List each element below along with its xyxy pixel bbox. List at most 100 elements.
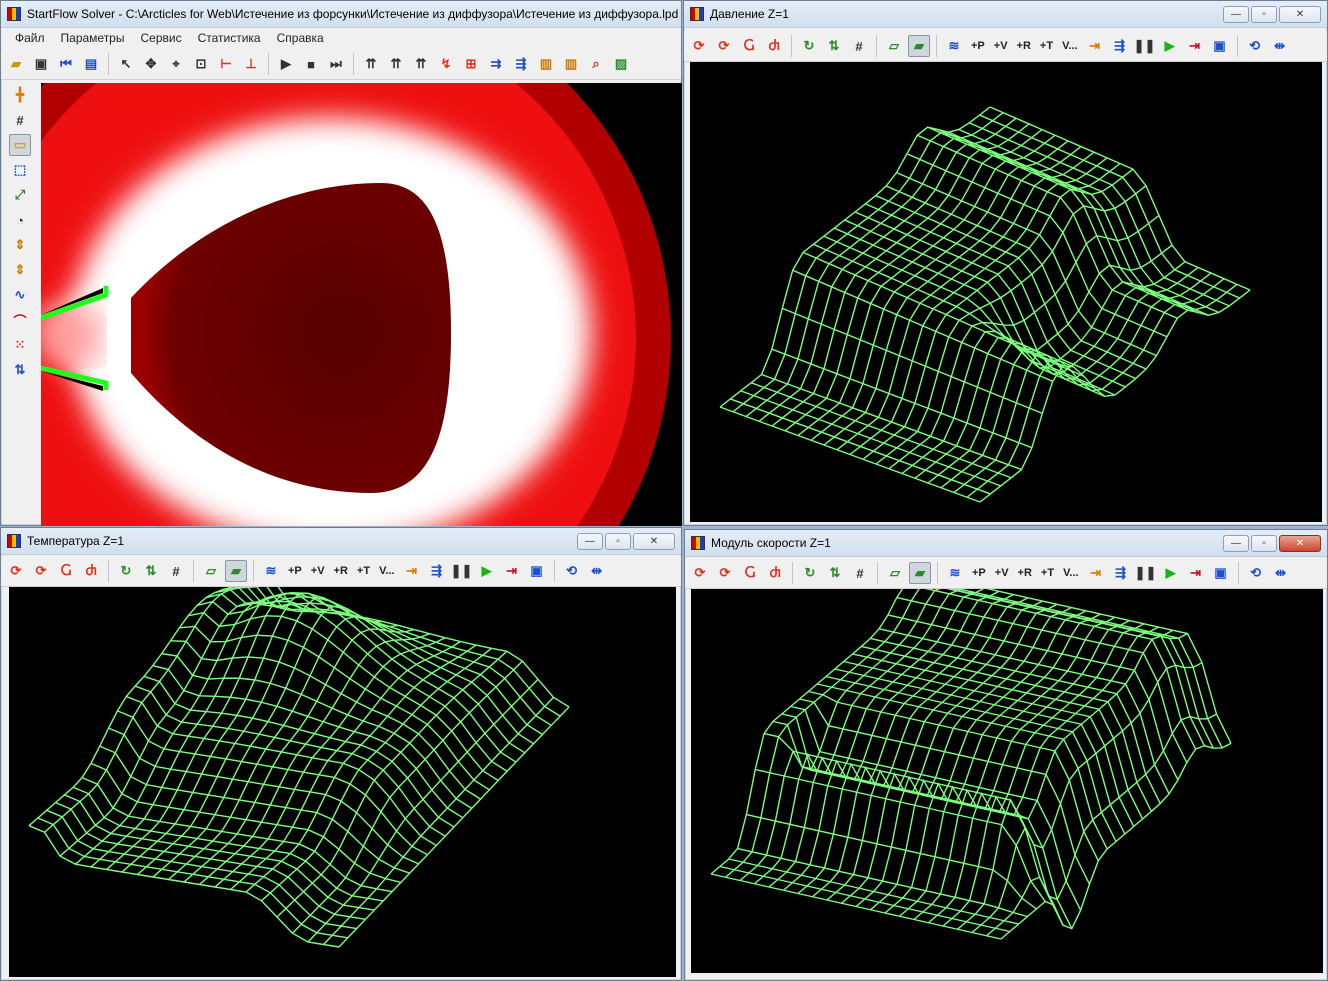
fit-width-icon[interactable]: ⇹ [1269,35,1291,57]
close-button[interactable]: ✕ [633,532,675,550]
restore-button[interactable]: ▫ [605,532,631,550]
grid-cells-icon[interactable]: ⊞ [460,53,482,75]
temperature-titlebar[interactable]: Температура Z=1 — ▫ ✕ [1,528,681,555]
end-icon[interactable]: ⇥ [1185,562,1207,584]
field-canvas[interactable] [41,83,682,526]
import-icon[interactable]: ⇥ [401,560,423,582]
import-icon[interactable]: ⇥ [1085,562,1107,584]
dotted-area-icon[interactable]: ⁙ [9,334,31,356]
play-icon[interactable]: ▶ [1159,35,1181,57]
flow-arrows-alt-icon[interactable]: ⇶ [510,53,532,75]
add-p-button[interactable]: +P [285,565,305,577]
solid-mesh-icon[interactable]: ▰ [909,562,931,584]
dimension-h-icon[interactable]: ⊢ [215,53,237,75]
add-density-icon[interactable]: Ⴚ [739,562,761,584]
vectors-alt-icon[interactable]: ⇈ [410,53,432,75]
refresh-icon[interactable]: ↻ [799,562,821,584]
pressure-plot[interactable] [690,62,1322,522]
minimize-button[interactable]: — [577,532,603,550]
flow-arrows-icon[interactable]: ⇉ [485,53,507,75]
add-pressure-icon[interactable]: ⟳ [5,560,27,582]
surface-icon[interactable]: ≋ [260,560,282,582]
rotate-icon[interactable]: ⟲ [1245,562,1267,584]
palette-alt-icon[interactable]: ▥ [560,53,582,75]
add-velocity-icon[interactable]: ⟳ [714,562,736,584]
save-image-icon[interactable]: ▣ [1209,35,1231,57]
export-icon[interactable]: ⇶ [1109,35,1131,57]
zoom-icon[interactable]: ⊡ [190,53,212,75]
stop-icon[interactable]: ■ [300,53,322,75]
add-t-button[interactable]: +T [1037,40,1056,52]
step-icon[interactable]: ⏭ [325,53,347,75]
add-t-button[interactable]: +T [1038,567,1057,579]
pause-icon[interactable]: ❚❚ [1134,35,1156,57]
refresh-icon[interactable]: ↻ [115,560,137,582]
minimize-button[interactable]: — [1223,534,1249,552]
variables-button[interactable]: V... [1060,567,1082,579]
grid-hash-icon[interactable]: # [849,562,871,584]
play-icon[interactable]: ▶ [1160,562,1182,584]
curve-icon[interactable]: ⌒ [9,309,31,331]
menu-file[interactable]: Файл [7,28,53,48]
probe-icon[interactable]: ⌕ [585,53,607,75]
scale-icon[interactable]: ⇕ [9,234,31,256]
play-icon[interactable]: ▶ [476,560,498,582]
flip-icon[interactable]: ⇅ [9,359,31,381]
add-v-button[interactable]: +V [992,567,1012,579]
add-density-icon[interactable]: Ⴚ [55,560,77,582]
restore-button[interactable]: ▫ [1251,534,1277,552]
dimension-v-icon[interactable]: ⊥ [240,53,262,75]
temperature-plot[interactable] [9,587,676,977]
add-v-button[interactable]: +V [991,40,1011,52]
select-area-icon[interactable]: ⬚ [9,159,31,181]
variables-button[interactable]: V... [376,565,398,577]
wave-icon[interactable]: ∿ [9,284,31,306]
add-t-button[interactable]: +T [354,565,373,577]
export-icon[interactable]: ⇶ [1110,562,1132,584]
end-icon[interactable]: ⇥ [501,560,523,582]
close-button[interactable]: ✕ [1279,5,1321,23]
pan-icon[interactable]: ✥ [140,53,162,75]
add-r-button[interactable]: +R [1015,567,1035,579]
first-frame-icon[interactable]: ⏮ [55,53,77,75]
solid-mesh-icon[interactable]: ▰ [225,560,247,582]
add-velocity-icon[interactable]: ⟳ [713,35,735,57]
sort-icon[interactable]: ⇅ [140,560,162,582]
solid-mesh-icon[interactable]: ▰ [908,35,930,57]
velocity-titlebar[interactable]: Модуль скорости Z=1 — ▫ ✕ [685,530,1327,557]
streamline-icon[interactable]: ↯ [435,53,457,75]
save-icon[interactable]: ▣ [30,53,52,75]
minimize-button[interactable]: — [1223,5,1249,23]
menu-help[interactable]: Справка [269,28,332,48]
grid-icon[interactable]: # [9,109,31,131]
save-image-icon[interactable]: ▣ [526,560,548,582]
zoom-fit-icon[interactable]: ⌖ [165,53,187,75]
fit-width-icon[interactable]: ⇹ [586,560,608,582]
pause-icon[interactable]: ❚❚ [451,560,473,582]
save-as-icon[interactable]: ▤ [80,53,102,75]
add-velocity-icon[interactable]: ⟳ [30,560,52,582]
sort-icon[interactable]: ⇅ [823,35,845,57]
pointer-icon[interactable]: ↖ [115,53,137,75]
end-icon[interactable]: ⇥ [1184,35,1206,57]
wire-mesh-icon[interactable]: ▱ [200,560,222,582]
sort-icon[interactable]: ⇅ [824,562,846,584]
rotate-icon[interactable]: ⟲ [561,560,583,582]
add-v-button[interactable]: +V [308,565,328,577]
add-temperature-icon[interactable]: Ⴛ [80,560,102,582]
export-icon[interactable]: ⇶ [426,560,448,582]
scale-alt-icon[interactable]: ⇕ [9,259,31,281]
add-pressure-icon[interactable]: ⟳ [688,35,710,57]
menu-statistics[interactable]: Статистика [190,28,269,48]
line-probe-icon[interactable]: ⤢ [9,184,31,206]
menu-service[interactable]: Сервис [132,28,189,48]
add-pressure-icon[interactable]: ⟳ [689,562,711,584]
main-titlebar[interactable]: StartFlow Solver - C:\Arcticles for Web\… [1,1,681,28]
restore-button[interactable]: ▫ [1251,5,1277,23]
palette-icon[interactable]: ▥ [535,53,557,75]
wire-mesh-icon[interactable]: ▱ [884,562,906,584]
variables-button[interactable]: V... [1059,40,1081,52]
add-density-icon[interactable]: Ⴚ [738,35,760,57]
save-image-icon[interactable]: ▣ [1210,562,1232,584]
add-temperature-icon[interactable]: Ⴛ [763,35,785,57]
